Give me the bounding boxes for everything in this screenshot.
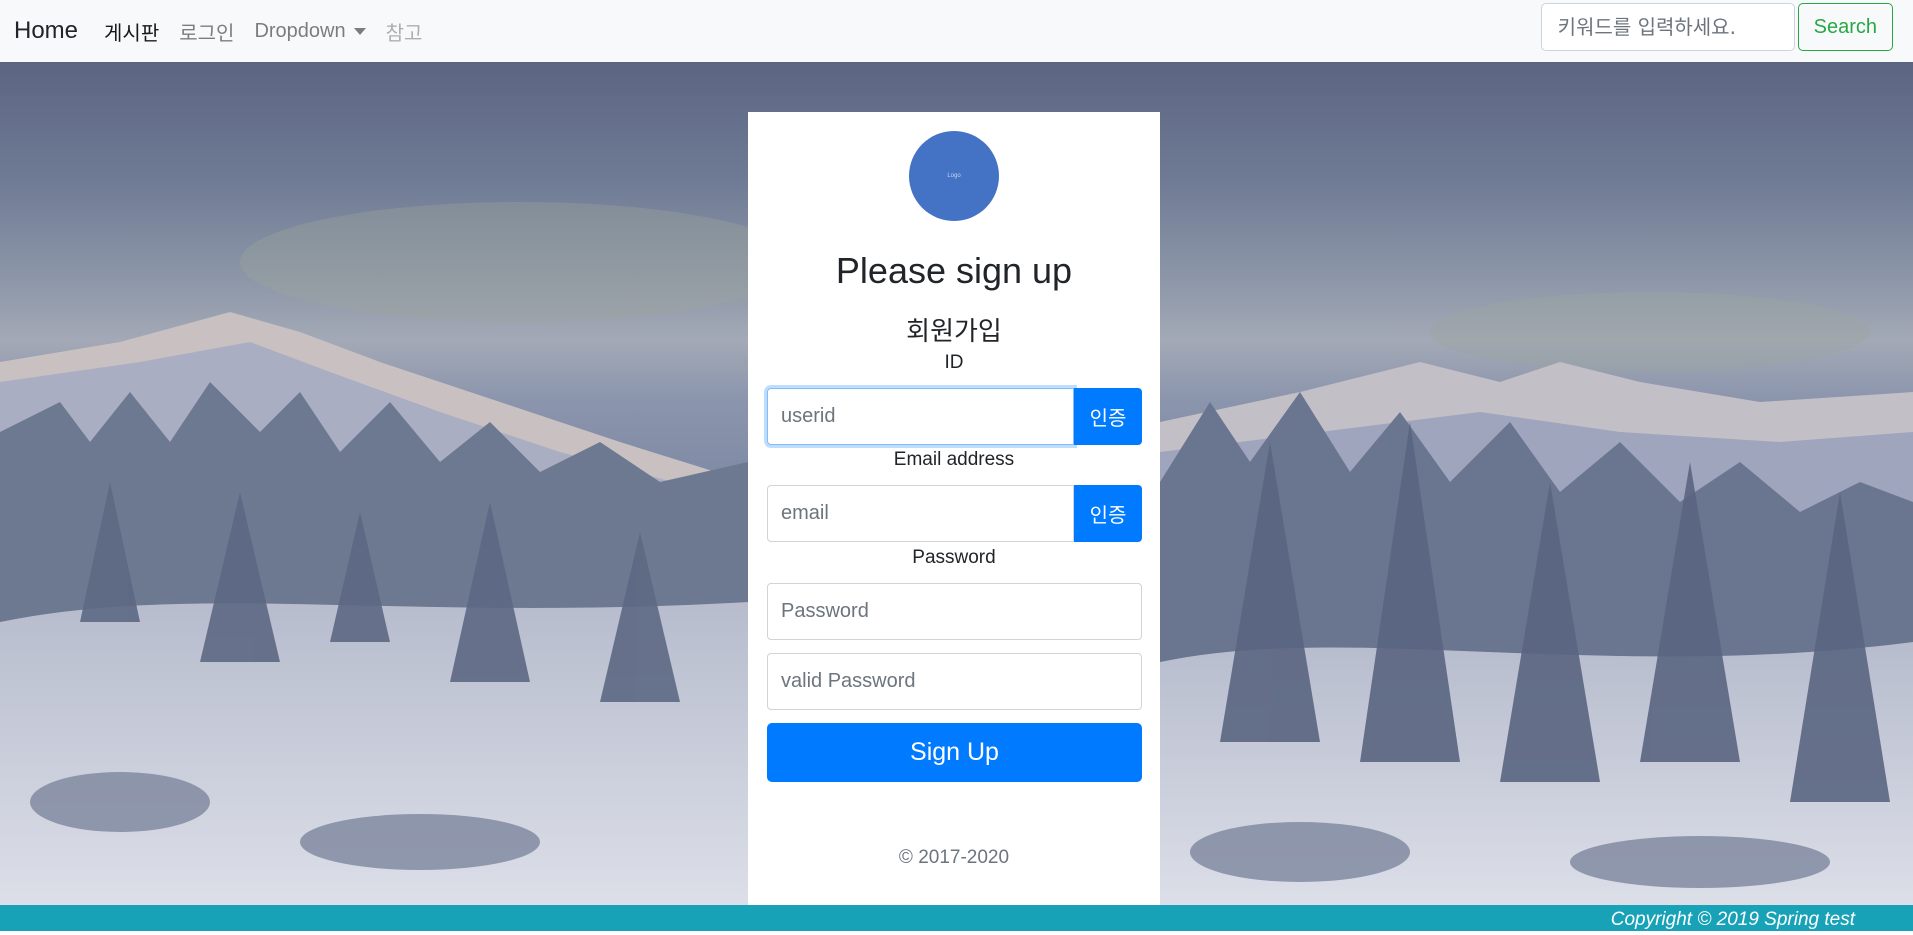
verify-email-button[interactable]: 인증 xyxy=(1074,485,1142,542)
footer-copyright: Copyright © 2019 Spring test xyxy=(1610,909,1855,930)
verify-id-button[interactable]: 인증 xyxy=(1074,388,1142,445)
userid-input[interactable] xyxy=(767,388,1074,445)
nav-dropdown[interactable]: Dropdown xyxy=(244,20,375,43)
nav-link-login[interactable]: 로그인 xyxy=(169,17,244,46)
email-input[interactable] xyxy=(767,485,1074,542)
nav-dropdown-label: Dropdown xyxy=(254,19,346,42)
logo-text: Logo xyxy=(947,173,961,179)
id-input-group: 인증 xyxy=(767,388,1142,445)
page-title: Please sign up xyxy=(835,250,1073,291)
signup-card: Logo Please sign up 회원가입 ID 인증 Email add… xyxy=(748,112,1160,905)
navbar-search-button[interactable]: Search xyxy=(1797,3,1893,51)
page-footer: Copyright © 2019 Spring test xyxy=(0,905,1913,931)
sign-up-button[interactable]: Sign Up xyxy=(767,723,1142,782)
nav-link-reference: 참고 xyxy=(385,22,423,45)
logo-image: Logo xyxy=(909,131,999,221)
navbar-search-form: Search xyxy=(1540,3,1893,51)
id-label: ID xyxy=(944,352,964,373)
top-navbar: Home 게시판 로그인 Dropdown 참고 Search xyxy=(0,0,1913,62)
email-label: Email address xyxy=(893,449,1015,470)
nav-link-board[interactable]: 게시판 xyxy=(94,17,169,46)
navbar-search-input[interactable] xyxy=(1540,3,1795,51)
password-input[interactable] xyxy=(767,583,1142,640)
email-input-group: 인증 xyxy=(767,485,1142,542)
card-copyright: © 2017-2020 xyxy=(898,847,1010,868)
brand-home-link[interactable]: Home xyxy=(14,17,78,45)
password-label: Password xyxy=(912,547,996,568)
password-confirm-input[interactable] xyxy=(767,653,1142,710)
signup-subtitle: 회원가입 xyxy=(906,317,1002,347)
caret-down-icon xyxy=(353,27,366,35)
